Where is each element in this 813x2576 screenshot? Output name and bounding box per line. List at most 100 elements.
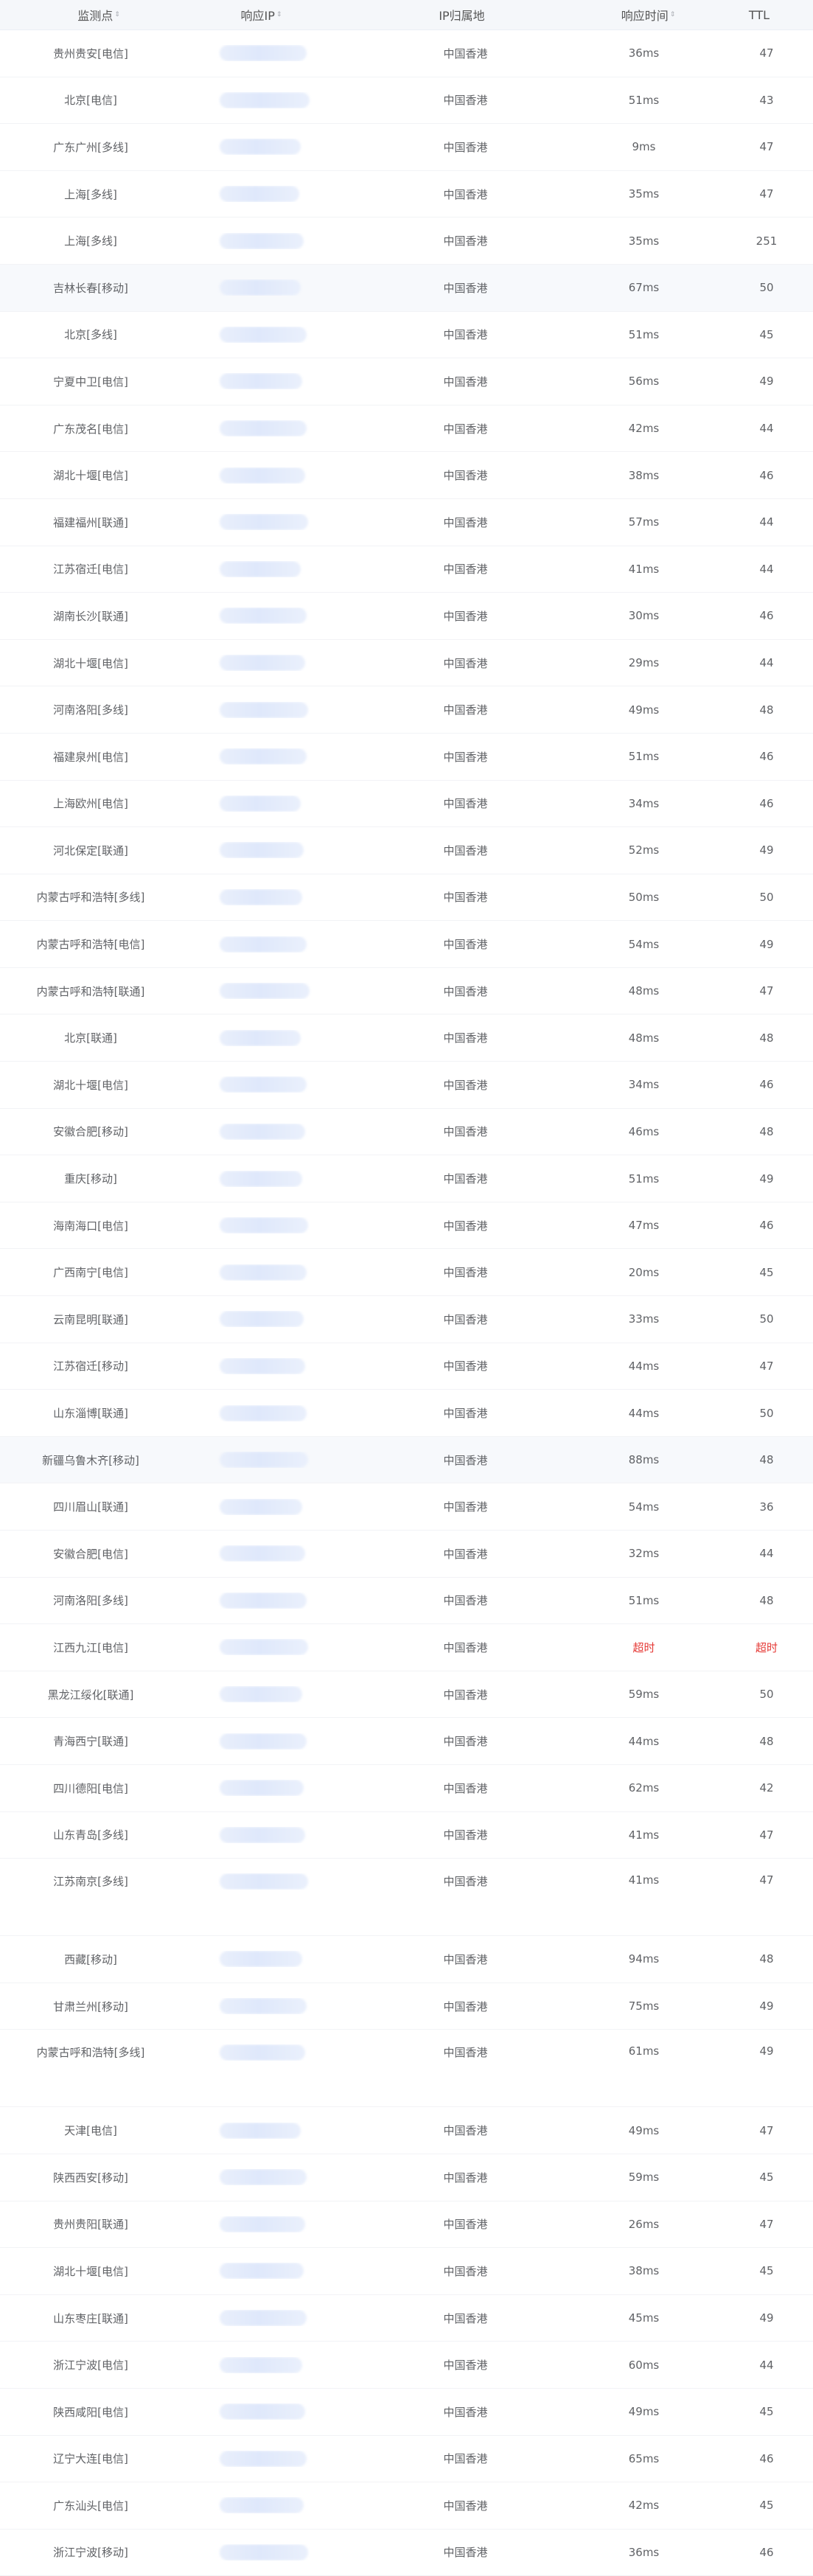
ip-location-cell: 中国香港	[443, 2171, 488, 2185]
monitor-node-cell: 内蒙古呼和浩特[电信]	[36, 938, 145, 952]
response-time-cell: 52ms	[628, 843, 660, 857]
table-row: 湖北十堰[电信] 中国香港 34ms 46	[0, 1062, 813, 1109]
response-ip-cell	[181, 91, 341, 108]
ip-location-cell: 中国香港	[443, 515, 488, 529]
response-ip-cell	[181, 2169, 341, 2186]
response-ip-cell	[181, 748, 341, 765]
monitor-node-cell: 上海欧州[电信]	[53, 797, 128, 811]
sort-icon[interactable]: ⇕	[114, 11, 120, 18]
ip-redacted-blur	[220, 1780, 304, 1797]
monitor-node-cell: 四川德阳[电信]	[53, 1781, 128, 1795]
monitor-node-cell: 黑龙江绥化[联通]	[47, 1688, 134, 1702]
ip-redacted-blur	[220, 232, 304, 249]
column-header-node[interactable]: 监测点 ⇕	[0, 6, 181, 24]
ip-redacted-blur	[220, 2544, 308, 2561]
ttl-cell: 44	[759, 422, 774, 436]
response-ip-cell	[181, 1452, 341, 1469]
table-body: 贵州贵安[电信] 中国香港 36ms 47 北京[电信] 中国香港 51ms 43 广东广州[多…	[0, 30, 813, 2576]
table-row: 陕西西安[移动] 中国香港 59ms 45	[0, 2154, 813, 2201]
response-time-cell: 26ms	[628, 2217, 660, 2231]
ttl-cell: 44	[759, 1547, 774, 1561]
ip-redacted-blur	[220, 373, 302, 390]
table-row: 河北保定[联通] 中国香港 52ms 49	[0, 827, 813, 874]
ip-location-cell: 中国香港	[443, 2124, 488, 2138]
response-ip-cell	[181, 1639, 341, 1656]
monitor-node-cell: 安徽合肥[移动]	[53, 1125, 128, 1139]
table-row: 黑龙江绥化[联通] 中国香港 59ms 50	[0, 1671, 813, 1719]
monitor-node-cell: 内蒙古呼和浩特[多线]	[36, 891, 145, 905]
table-row: 广东茂名[电信] 中国香港 42ms 44	[0, 405, 813, 453]
ip-location-cell: 中国香港	[443, 656, 488, 670]
response-time-cell: 48ms	[628, 984, 660, 998]
ip-location-cell: 中国香港	[443, 703, 488, 717]
ip-location-cell: 中国香港	[443, 328, 488, 342]
ip-redacted-blur	[220, 279, 301, 296]
monitor-node-cell: 江西九江[电信]	[53, 1640, 128, 1654]
monitor-node-cell: 湖北十堰[电信]	[53, 469, 128, 483]
ip-location-cell: 中国香港	[443, 1640, 488, 1654]
table-row: 江苏南京[多线] 中国香港 41ms 47	[0, 1859, 813, 1937]
ip-location-cell: 中国香港	[443, 1875, 488, 1889]
response-time-cell: 49ms	[628, 703, 660, 717]
table-row: 山东枣庄[联通] 中国香港 45ms 49	[0, 2295, 813, 2342]
ttl-cell: 47	[759, 46, 774, 60]
response-ip-cell	[181, 795, 341, 812]
table-row: 四川眉山[联通] 中国香港 54ms 36	[0, 1483, 813, 1531]
response-ip-cell	[181, 2263, 341, 2280]
ttl-cell: 49	[759, 2044, 774, 2058]
ip-location-cell: 中国香港	[443, 2499, 488, 2513]
ip-location-cell: 中国香港	[443, 563, 488, 577]
response-ip-cell	[181, 279, 341, 296]
response-time-cell: 51ms	[628, 1172, 660, 1186]
response-ip-cell	[181, 1404, 341, 1421]
ip-redacted-blur	[220, 1873, 308, 1890]
ip-redacted-blur	[220, 1998, 307, 2015]
ip-location-cell: 中国香港	[443, 46, 488, 60]
response-time-cell: 48ms	[628, 1031, 660, 1045]
response-time-cell: 44ms	[628, 1359, 660, 1373]
column-header-time[interactable]: 响应时间 ⇕	[582, 6, 698, 24]
response-ip-cell	[181, 936, 341, 953]
ttl-cell: 49	[759, 843, 774, 857]
ttl-cell: 47	[759, 1873, 774, 1887]
response-ip-cell	[181, 2310, 341, 2327]
monitor-node-cell: 内蒙古呼和浩特[多线]	[36, 2046, 145, 2060]
sort-icon[interactable]: ⇕	[670, 11, 676, 18]
column-header-ip[interactable]: 响应IP ⇕	[181, 6, 341, 24]
ttl-cell: 47	[759, 2123, 774, 2137]
table-row: 内蒙古呼和浩特[联通] 中国香港 48ms 47	[0, 968, 813, 1015]
ip-redacted-blur	[220, 2263, 304, 2280]
response-ip-cell	[181, 701, 341, 718]
table-row: 广东汕头[电信] 中国香港 42ms 45	[0, 2482, 813, 2530]
ip-location-cell: 中国香港	[443, 422, 488, 436]
ip-location-cell: 中国香港	[443, 94, 488, 108]
response-ip-cell	[181, 420, 341, 437]
ip-location-cell: 中国香港	[443, 1312, 488, 1326]
ip-redacted-blur	[220, 983, 310, 1000]
table-header: 监测点 ⇕ 响应IP ⇕ IP归属地 响应时间 ⇕ TTL	[0, 0, 813, 30]
monitor-node-cell: 广东茂名[电信]	[53, 422, 128, 436]
column-header-label: 监测点	[77, 9, 114, 23]
monitor-node-cell: 上海[多线]	[64, 234, 117, 248]
ip-redacted-blur	[220, 186, 299, 203]
response-ip-cell	[181, 514, 341, 531]
response-ip-cell	[181, 560, 341, 577]
ttl-cell: 45	[759, 2499, 774, 2513]
response-time-cell: 61ms	[628, 2044, 660, 2058]
table-row: 海南海口[电信] 中国香港 47ms 46	[0, 1202, 813, 1250]
monitor-node-cell: 上海[多线]	[64, 187, 117, 201]
ttl-cell: 48	[759, 1124, 774, 1138]
monitor-node-cell: 吉林长春[移动]	[53, 281, 128, 295]
sort-icon[interactable]: ⇕	[276, 11, 282, 18]
table-row: 湖南长沙[联通] 中国香港 30ms 46	[0, 593, 813, 640]
response-ip-cell	[181, 467, 341, 484]
ip-redacted-blur	[220, 139, 301, 156]
ttl-cell: 47	[759, 1828, 774, 1842]
ttl-cell: 48	[759, 1593, 774, 1607]
ttl-cell: 48	[759, 703, 774, 717]
ip-location-cell: 中国香港	[443, 1266, 488, 1280]
response-time-cell: 59ms	[628, 1688, 660, 1702]
monitor-node-cell: 山东枣庄[联通]	[53, 2311, 128, 2325]
monitor-node-cell: 宁夏中卫[电信]	[53, 375, 128, 389]
ip-redacted-blur	[220, 1545, 305, 1562]
